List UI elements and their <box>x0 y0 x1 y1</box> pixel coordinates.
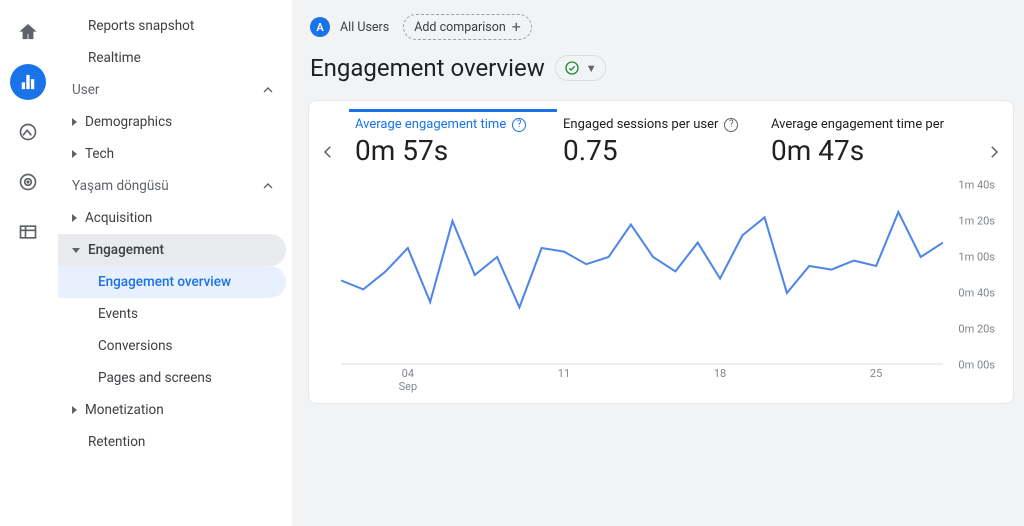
caret-icon <box>72 150 77 158</box>
y-tick-label: 0m 00s <box>958 359 995 372</box>
metric-tab[interactable]: Average engagement time per 0m 47s <box>765 109 973 177</box>
caret-icon <box>72 214 77 222</box>
sidebar-item[interactable]: Retention <box>58 426 286 458</box>
caret-icon <box>72 248 80 253</box>
main-content: A All Users Add comparison + Engagement … <box>292 0 1024 526</box>
caret-icon <box>72 118 77 126</box>
sidebar-section-label: User <box>72 82 260 98</box>
engagement-chart: 0m 00s0m 20s0m 40s1m 00s1m 20s1m 40s 04S… <box>341 185 943 385</box>
plus-icon: + <box>512 19 521 35</box>
metrics-row: Average engagement time?0m 57sEngaged se… <box>319 109 1003 177</box>
sidebar-section[interactable]: Yaşam döngüsü <box>58 170 286 202</box>
chevron-up-icon <box>260 82 276 98</box>
status-dropdown[interactable]: ▼ <box>555 55 606 81</box>
x-tick-label: 18 <box>714 367 726 380</box>
y-tick-label: 1m 40s <box>958 179 995 192</box>
sidebar-item-label: Events <box>98 306 276 322</box>
reports-icon[interactable] <box>10 64 46 100</box>
sidebar-sub-item[interactable]: Events <box>58 298 286 330</box>
metric-value: 0m 47s <box>771 134 967 167</box>
sidebar-item-label: Conversions <box>98 338 276 354</box>
sidebar-item[interactable]: Tech <box>58 138 286 170</box>
sidebar-item[interactable]: Realtime <box>58 42 286 74</box>
sidebar-section[interactable]: User <box>58 74 286 106</box>
metric-value: 0.75 <box>563 134 759 167</box>
sidebar-item-label: Engagement overview <box>98 274 276 290</box>
report-sidebar: Reports snapshot Realtime User Demographics… <box>56 0 292 526</box>
audience-badge[interactable]: A <box>310 17 330 37</box>
metric-tab[interactable]: Engaged sessions per user? 0.75 <box>557 109 765 177</box>
sidebar-item-label: Retention <box>88 434 276 450</box>
add-comparison-button[interactable]: Add comparison + <box>403 14 532 40</box>
sidebar-sub-item[interactable]: Conversions <box>58 330 286 362</box>
x-tick-label: 04Sep <box>399 367 418 393</box>
audience-bar: A All Users Add comparison + <box>292 0 1024 48</box>
scroll-right-button[interactable] <box>979 143 1009 161</box>
sidebar-item[interactable]: Acquisition <box>58 202 286 234</box>
x-tick-label: 11 <box>558 367 570 380</box>
metric-title: Engaged sessions per user? <box>563 117 759 132</box>
sidebar-item[interactable]: Monetization <box>58 394 286 426</box>
home-icon[interactable] <box>10 14 46 50</box>
configure-icon[interactable] <box>10 214 46 250</box>
caret-icon <box>72 406 77 414</box>
page-title-row: Engagement overview ▼ <box>292 48 1024 100</box>
metric-title: Average engagement time? <box>355 117 551 132</box>
add-comparison-label: Add comparison <box>414 20 506 35</box>
sidebar-item-label: Acquisition <box>85 210 276 226</box>
y-tick-label: 1m 20s <box>958 215 995 228</box>
help-icon[interactable]: ? <box>724 118 738 132</box>
chevron-down-icon: ▼ <box>586 62 597 75</box>
sidebar-item-label: Realtime <box>88 50 276 66</box>
nav-rail <box>0 0 56 526</box>
scroll-left-button[interactable] <box>313 143 343 161</box>
x-axis-ticks: 04Sep111825 <box>341 367 943 389</box>
sidebar-item-label: Reports snapshot <box>88 18 276 34</box>
sidebar-item-label: Engagement <box>88 242 276 258</box>
advertising-icon[interactable] <box>10 164 46 200</box>
audience-label[interactable]: All Users <box>338 16 395 39</box>
check-circle-icon <box>564 60 580 76</box>
sidebar-item[interactable]: Reports snapshot <box>58 10 286 42</box>
sidebar-section-label: Yaşam döngüsü <box>72 178 260 194</box>
y-axis-ticks: 0m 00s0m 20s0m 40s1m 00s1m 20s1m 40s <box>947 185 995 365</box>
sidebar-item-label: Pages and screens <box>98 370 276 386</box>
sidebar-item-label: Monetization <box>85 402 276 418</box>
sidebar-item-label: Tech <box>85 146 276 162</box>
sidebar-item[interactable]: Engagement <box>58 234 286 266</box>
explore-icon[interactable] <box>10 114 46 150</box>
sidebar-item[interactable]: Demographics <box>58 106 286 138</box>
chevron-up-icon <box>260 178 276 194</box>
help-icon[interactable]: ? <box>512 118 526 132</box>
sidebar-sub-item[interactable]: Pages and screens <box>58 362 286 394</box>
y-tick-label: 1m 00s <box>958 251 995 264</box>
metric-tab[interactable]: Average engagement time? 0m 57s <box>349 109 557 177</box>
sidebar-sub-item[interactable]: Engagement overview <box>58 266 286 298</box>
x-tick-label: 25 <box>870 367 882 380</box>
metric-title: Average engagement time per <box>771 117 967 132</box>
metric-value: 0m 57s <box>355 134 551 167</box>
y-tick-label: 0m 40s <box>958 287 995 300</box>
y-tick-label: 0m 20s <box>958 323 995 336</box>
sidebar-item-label: Demographics <box>85 114 276 130</box>
metrics-card: Average engagement time?0m 57sEngaged se… <box>308 100 1014 404</box>
caret-icon <box>72 438 80 446</box>
page-title: Engagement overview <box>310 54 545 82</box>
